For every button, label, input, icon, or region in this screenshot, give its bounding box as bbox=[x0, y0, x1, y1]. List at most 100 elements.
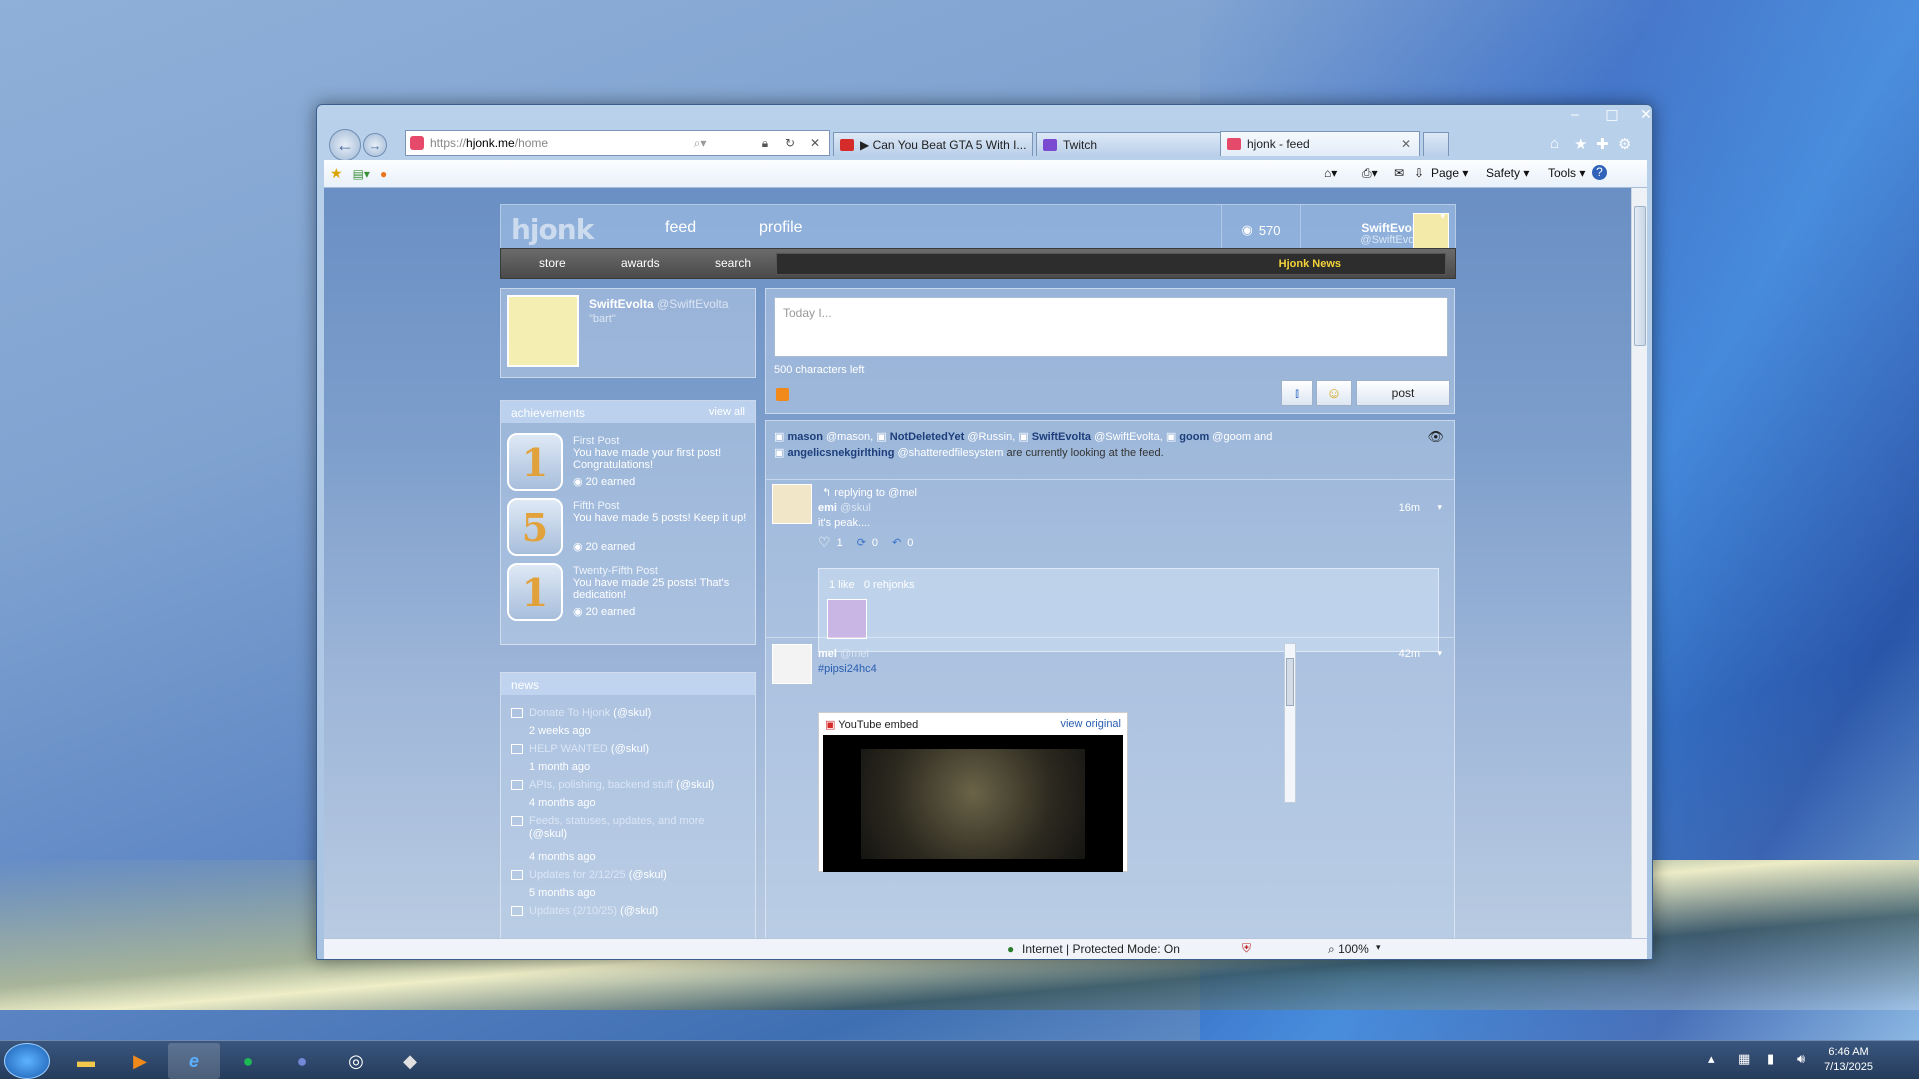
nav-feed[interactable]: feed bbox=[665, 219, 696, 237]
search-icon[interactable]: ⌕▾ bbox=[691, 134, 709, 152]
post-menu-icon[interactable]: ▾ bbox=[1437, 502, 1442, 513]
taskbar-clock[interactable]: 6:46 AM 7/13/2025 bbox=[1824, 1045, 1873, 1075]
shield-icon[interactable]: ⛨ bbox=[1242, 941, 1251, 956]
post-author[interactable]: emi @skul bbox=[818, 502, 871, 514]
favorites-star-icon[interactable]: ★ bbox=[1574, 135, 1587, 153]
zoom-level[interactable]: ⌕ 100% bbox=[1328, 942, 1369, 957]
media-player-taskbar-button[interactable]: ▶ bbox=[114, 1043, 166, 1079]
network-icon[interactable]: ▦ bbox=[1738, 1051, 1750, 1067]
news-item[interactable]: Updates (2/10/25) (@skul) bbox=[511, 905, 751, 918]
attach-button[interactable]: ⫾ bbox=[1281, 380, 1313, 406]
view-all-link[interactable]: view all bbox=[709, 406, 745, 418]
steam-taskbar-button[interactable]: ◎ bbox=[330, 1043, 382, 1079]
new-tab-button[interactable] bbox=[1423, 132, 1449, 156]
extensions-icon[interactable]: ✚ bbox=[1596, 135, 1609, 153]
reply-indicator[interactable]: ↰ replying to @mel bbox=[822, 486, 917, 499]
subnav-store[interactable]: store bbox=[539, 256, 566, 270]
tray-expand-icon[interactable]: ▴ bbox=[1708, 1051, 1715, 1067]
scroll-thumb[interactable] bbox=[1286, 658, 1294, 706]
post-button[interactable]: post bbox=[1356, 380, 1450, 406]
close-window-button[interactable]: ✕ bbox=[1629, 105, 1663, 125]
page-scrollbar[interactable] bbox=[1631, 188, 1647, 938]
post-time[interactable]: 42m bbox=[1399, 648, 1420, 660]
subnav-search[interactable]: search bbox=[715, 256, 751, 270]
address-url[interactable]: https://hjonk.me/home bbox=[430, 136, 548, 150]
avatar[interactable] bbox=[772, 644, 812, 684]
achievement-item[interactable]: 5 Fifth Post You have made 5 posts! Keep… bbox=[507, 498, 751, 560]
ie-taskbar-button[interactable]: e bbox=[168, 1043, 220, 1079]
home-menu-icon[interactable]: ⌂▾ bbox=[1324, 166, 1337, 180]
achievement-item[interactable]: 1 Twenty-Fifth Post You have made 25 pos… bbox=[507, 563, 751, 625]
print-icon[interactable]: ⎙▾ bbox=[1362, 166, 1378, 181]
signal-icon[interactable]: ▮ bbox=[1767, 1051, 1774, 1067]
youtube-embed[interactable]: ▣ YouTube embed view original bbox=[818, 712, 1128, 872]
news-item[interactable]: Donate To Hjonk (@skul) bbox=[511, 707, 751, 720]
hjonk-logo[interactable]: hjonk bbox=[511, 213, 594, 246]
discord-taskbar-button[interactable]: ● bbox=[276, 1043, 328, 1079]
gear-icon[interactable]: ⚙ bbox=[1618, 135, 1631, 153]
stop-icon[interactable]: ✕ bbox=[806, 134, 824, 152]
app-taskbar-button[interactable]: ◆ bbox=[384, 1043, 436, 1079]
news-link[interactable]: Feeds, statuses, updates, and more bbox=[529, 815, 705, 827]
security-zone[interactable]: Internet | Protected Mode: On bbox=[1022, 942, 1180, 956]
news-link[interactable]: Updates (2/10/25) bbox=[529, 905, 617, 917]
scroll-thumb[interactable] bbox=[1634, 206, 1646, 346]
emoji-button[interactable]: ☺ bbox=[1316, 380, 1352, 406]
news-item[interactable]: APIs, polishing, backend stuff (@skul) bbox=[511, 779, 751, 792]
volume-icon[interactable]: 🔊︎ bbox=[1797, 1051, 1805, 1067]
eye-icon[interactable]: 👁︎ bbox=[1427, 429, 1444, 445]
heart-icon[interactable]: ♡ bbox=[818, 534, 831, 551]
news-item[interactable]: Feeds, statuses, updates, and more (@skul… bbox=[511, 815, 751, 841]
avatar[interactable] bbox=[507, 295, 579, 367]
tab-hjonk-feed[interactable]: hjonk - feed ✕ bbox=[1220, 131, 1420, 156]
watcher-name[interactable]: NotDeletedYet bbox=[890, 431, 965, 443]
reply-icon[interactable]: ↶ bbox=[892, 536, 901, 549]
explorer-taskbar-button[interactable]: ▬ bbox=[60, 1043, 112, 1079]
page-menu[interactable]: Page ▾ bbox=[1431, 166, 1468, 180]
chevron-down-icon[interactable]: ▾ bbox=[1440, 211, 1445, 222]
view-original-link[interactable]: view original bbox=[1060, 718, 1121, 730]
back-button[interactable]: ← bbox=[329, 129, 361, 161]
header-username[interactable]: SwiftEvolta bbox=[1316, 221, 1426, 235]
nav-profile[interactable]: profile bbox=[759, 219, 803, 237]
maximize-button[interactable]: □ bbox=[1595, 105, 1629, 125]
news-item[interactable]: HELP WANTED (@skul) bbox=[511, 743, 751, 756]
firefox-icon[interactable]: ● bbox=[380, 167, 387, 181]
refresh-icon[interactable]: ↻ bbox=[781, 134, 799, 152]
watcher-name[interactable]: goom bbox=[1179, 431, 1209, 443]
tab-twitch[interactable]: Twitch bbox=[1036, 132, 1231, 156]
tab-youtube[interactable]: ▶ Can You Beat GTA 5 With I... bbox=[833, 132, 1033, 156]
minimize-button[interactable]: ‒ bbox=[1558, 105, 1592, 125]
lock-icon[interactable]: 🔒︎ bbox=[756, 134, 774, 152]
forward-button[interactable]: → bbox=[363, 133, 387, 157]
suggested-sites-icon[interactable]: ▤▾ bbox=[353, 167, 370, 181]
post-time[interactable]: 16m bbox=[1399, 502, 1420, 514]
hashtag-link[interactable]: #pipsi24hc4 bbox=[818, 663, 877, 675]
start-button[interactable] bbox=[4, 1043, 50, 1079]
news-link[interactable]: HELP WANTED bbox=[529, 743, 608, 755]
download-icon[interactable]: ⇩ bbox=[1414, 166, 1424, 180]
news-link[interactable]: Updates for 2/12/25 bbox=[529, 869, 626, 881]
rehjonk-icon[interactable]: ⟳ bbox=[857, 536, 866, 549]
spotify-taskbar-button[interactable]: ● bbox=[222, 1043, 274, 1079]
news-ticker[interactable]: Hjonk News bbox=[776, 253, 1446, 275]
profile-name[interactable]: SwiftEvolta @SwiftEvolta bbox=[589, 297, 729, 311]
post-author[interactable]: mel @mel bbox=[818, 648, 869, 660]
help-icon[interactable]: ? bbox=[1592, 165, 1607, 180]
watcher-name[interactable]: mason bbox=[787, 431, 822, 443]
avatar[interactable] bbox=[772, 484, 812, 524]
add-favorite-icon[interactable]: ★ bbox=[330, 165, 343, 182]
news-link[interactable]: APIs, polishing, backend stuff bbox=[529, 779, 673, 791]
rss-icon[interactable] bbox=[776, 388, 789, 401]
mail-icon[interactable]: ✉ bbox=[1394, 166, 1404, 180]
post-scrollbar[interactable] bbox=[1284, 643, 1296, 803]
subnav-awards[interactable]: awards bbox=[621, 256, 660, 270]
tools-menu[interactable]: Tools ▾ bbox=[1548, 166, 1585, 180]
address-bar[interactable]: https://hjonk.me/home ⌕▾ 🔒︎ ↻ ✕ bbox=[405, 130, 830, 156]
home-icon[interactable]: ⌂ bbox=[1550, 135, 1559, 152]
watcher-name[interactable]: angelicsnekgirlthing bbox=[787, 447, 894, 459]
achievement-item[interactable]: 1 First Post You have made your first po… bbox=[507, 433, 751, 495]
news-link[interactable]: Donate To Hjonk bbox=[529, 707, 610, 719]
status-input[interactable]: Today I... bbox=[774, 297, 1448, 357]
post-menu-icon[interactable]: ▾ bbox=[1437, 648, 1442, 659]
